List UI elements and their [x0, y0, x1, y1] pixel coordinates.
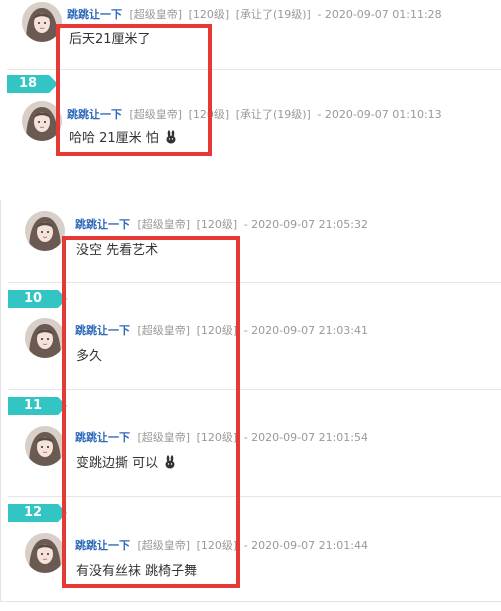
avatar-photo-icon [25, 426, 65, 466]
post-meta: 跳跳让一下 [超级皇帝] [120级] [承让了(19级)] - 2020-09… [67, 8, 442, 22]
title-tag: [承让了(19级)] [235, 8, 311, 21]
user-avatar[interactable] [25, 533, 65, 573]
post-time: - 2020-09-07 01:11:28 [317, 8, 442, 21]
user-avatar[interactable] [25, 426, 65, 466]
floor-badge: 18 [7, 75, 58, 93]
post-time: - 2020-09-07 21:01:44 [243, 539, 368, 552]
level-tag: [120级] [188, 8, 230, 21]
post-meta: 跳跳让一下 [超级皇帝] [120级] - 2020-09-07 21:05:3… [75, 218, 368, 232]
post-time: - 2020-09-07 01:10:13 [317, 108, 442, 121]
floor-badge: 10 [8, 290, 67, 308]
avatar-photo-icon [25, 533, 65, 573]
highlight-box-bottom [62, 236, 240, 588]
title-tag: [承让了(19级)] [235, 108, 311, 121]
floor-badge: 12 [8, 504, 67, 522]
username-link[interactable]: 跳跳让一下 [67, 8, 122, 21]
avatar-photo-icon [25, 318, 65, 358]
rank-tag: [超级皇帝] [137, 218, 191, 231]
rank-tag: [超级皇帝] [129, 8, 183, 21]
post-time: - 2020-09-07 21:05:32 [243, 218, 368, 231]
highlight-box-top [56, 24, 212, 156]
user-avatar[interactable] [25, 211, 65, 251]
username-link[interactable]: 跳跳让一下 [75, 218, 130, 231]
post-time: - 2020-09-07 21:03:41 [243, 324, 368, 337]
avatar-photo-icon [25, 211, 65, 251]
level-tag: [120级] [196, 218, 238, 231]
floor-badge: 11 [8, 397, 67, 415]
user-avatar[interactable] [25, 318, 65, 358]
post-time: - 2020-09-07 21:01:54 [243, 431, 368, 444]
